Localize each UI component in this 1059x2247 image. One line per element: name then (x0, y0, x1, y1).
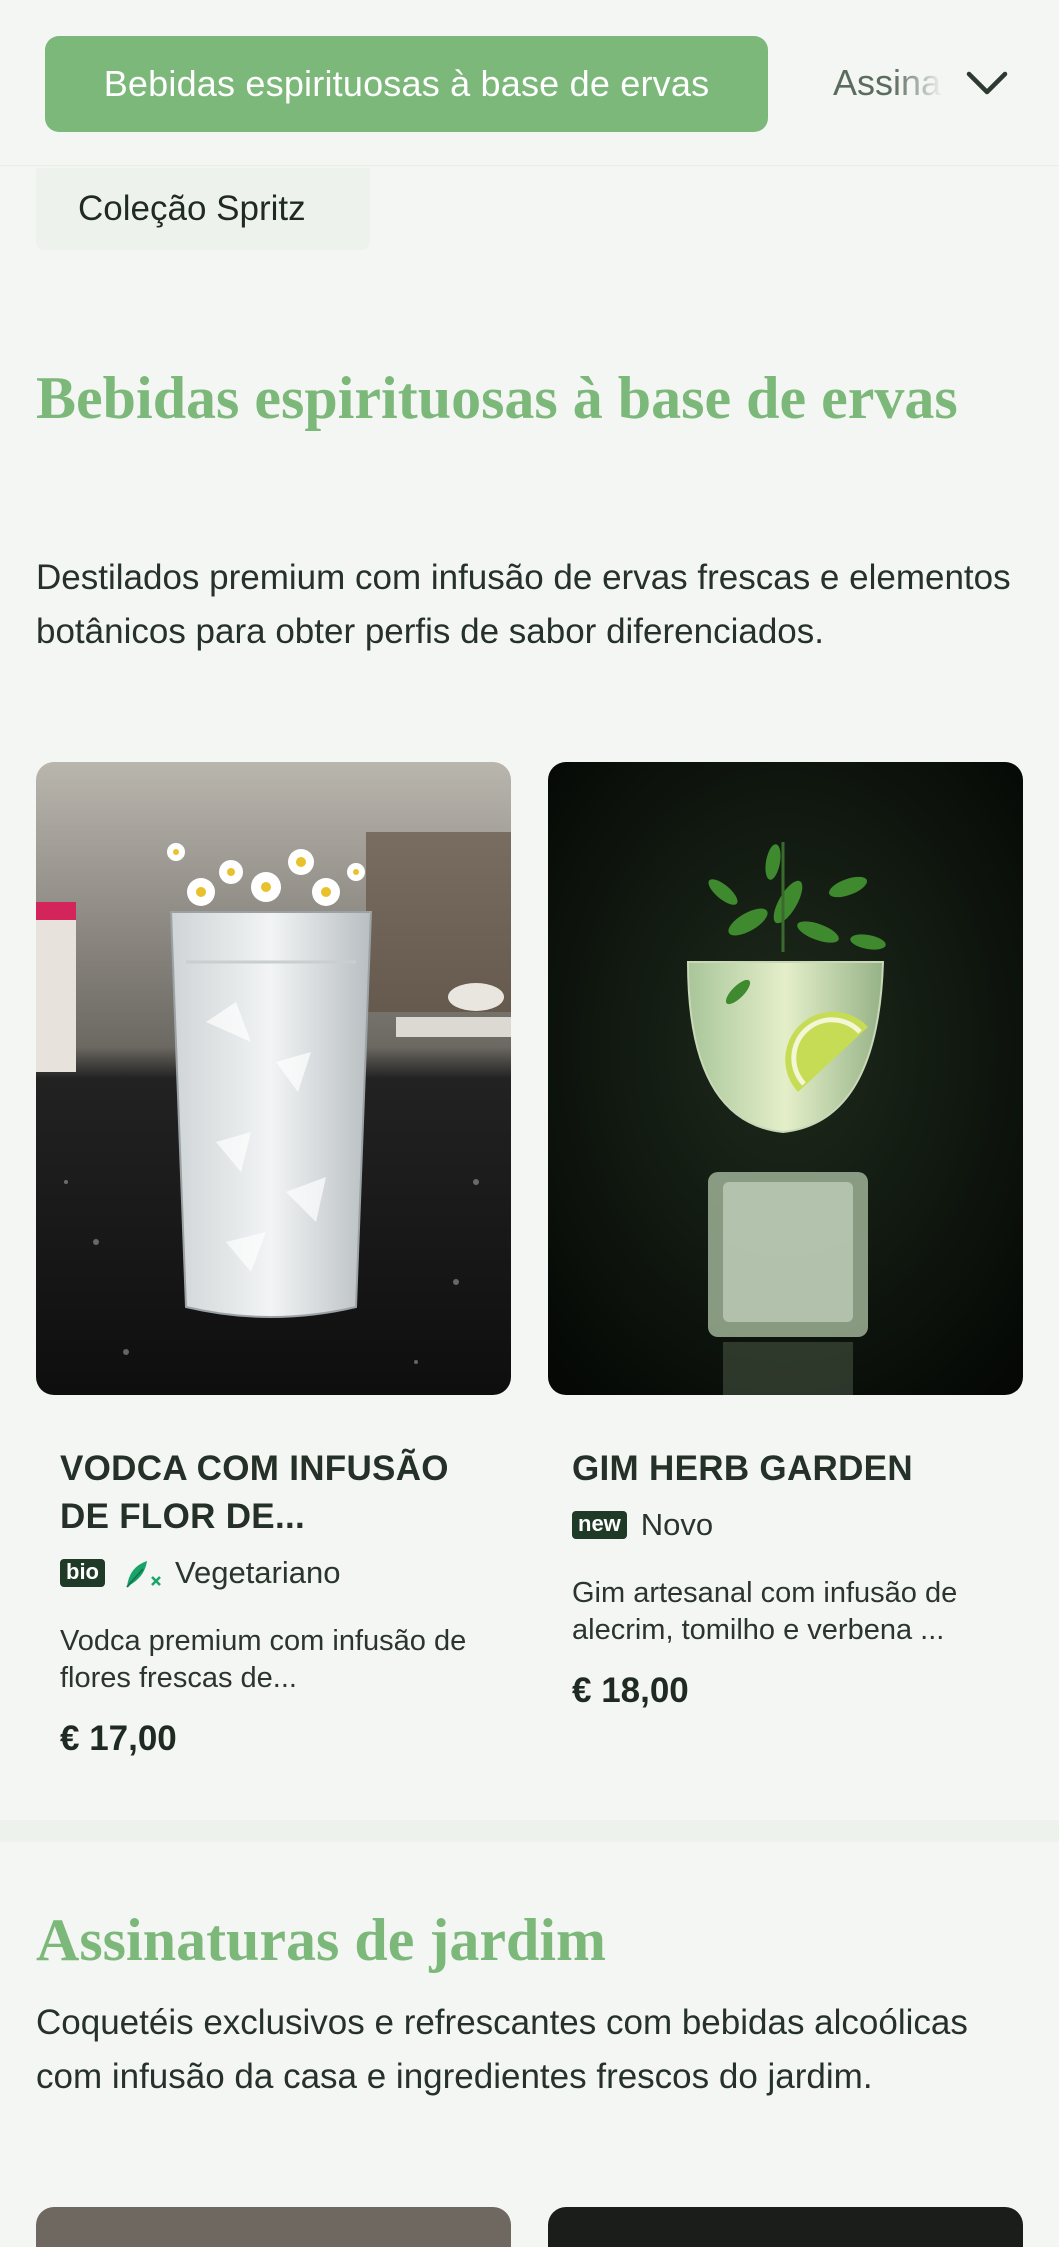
category-pill-active[interactable]: Bebidas espirituosas à base de ervas (45, 36, 768, 132)
category-pill-next[interactable]: Assinaturas de jardim (833, 55, 943, 111)
new-badge: new (572, 1511, 627, 1539)
vodka-glass-with-flowers-image (36, 762, 511, 1395)
subcategory-tab[interactable]: Coleção Spritz (36, 168, 370, 250)
bio-badge: bio (60, 1559, 105, 1587)
product-card-gin[interactable]: GIM HERB GARDEN new Novo Gim artesanal c… (572, 1445, 992, 1711)
new-label: Novo (640, 1507, 714, 1542)
product-badges: bio Vegetariano (60, 1553, 480, 1593)
chevron-down-icon[interactable] (962, 60, 1012, 106)
section-title: Assinaturas de jardim (36, 1907, 607, 1973)
vegetarian-label: Vegetariano (175, 1555, 341, 1590)
section-description: Coquetéis exclusivos e refrescantes com … (36, 2003, 968, 2096)
product-image-vodka[interactable] (36, 762, 511, 1395)
section-title: Bebidas espirituosas à base de ervas (36, 365, 958, 431)
subcategory-label: Coleção Spritz (78, 189, 306, 228)
product-badges: new Novo (572, 1505, 992, 1545)
product-price: € 18,00 (572, 1671, 689, 1710)
category-pill-label: Bebidas espirituosas à base de ervas (103, 63, 710, 104)
product-image-gin[interactable] (548, 762, 1023, 1395)
product-image-peek-right[interactable] (548, 2207, 1023, 2247)
section-description: Destilados premium com infusão de ervas … (36, 558, 1011, 651)
category-nav: Bebidas espirituosas à base de ervas Ass… (0, 0, 1059, 166)
product-description: Vodca premium com infusão de flores fres… (60, 1625, 467, 1694)
product-name: GIM HERB GARDEN (572, 1449, 913, 1488)
vegetarian-leaf-icon (123, 1555, 167, 1591)
section-divider (0, 1820, 1059, 1842)
product-price: € 17,00 (60, 1719, 177, 1758)
product-image-peek-left[interactable] (36, 2207, 511, 2247)
product-description: Gim artesanal com infusão de alecrim, to… (572, 1577, 958, 1646)
product-card-vodka[interactable]: VODCA COM INFUSÃO DE FLOR DE... bio Vege… (60, 1445, 480, 1759)
category-pill-next-label: Assinaturas de jardim (833, 62, 943, 103)
product-name: VODCA COM INFUSÃO DE FLOR DE... (60, 1449, 449, 1536)
gin-glass-with-herbs-image (548, 762, 1023, 1395)
